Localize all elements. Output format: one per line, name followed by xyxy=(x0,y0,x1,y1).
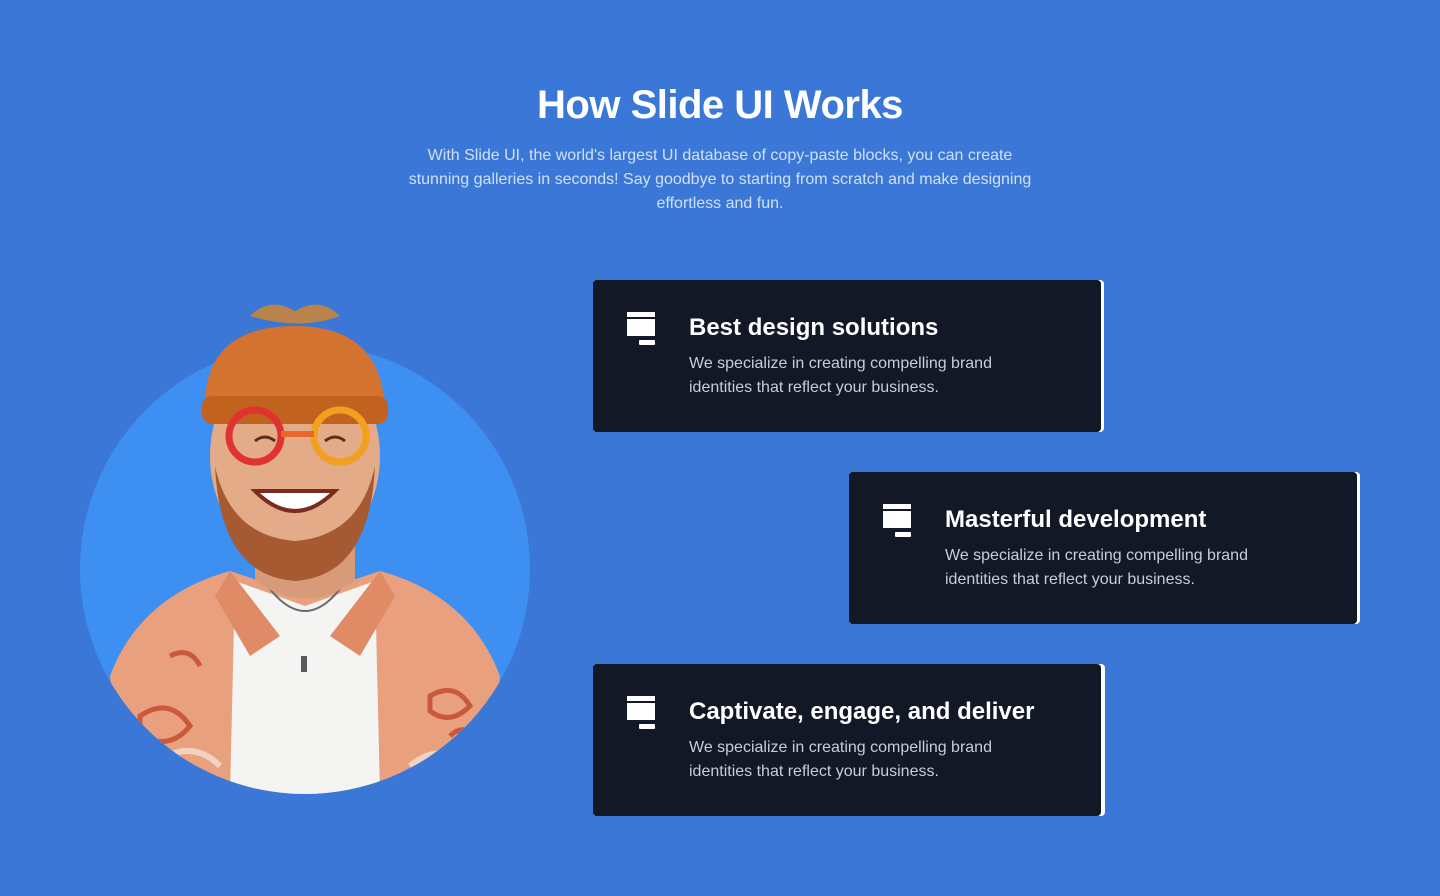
section-title: How Slide UI Works xyxy=(537,83,903,127)
feature-description: We specialize in creating compelling bra… xyxy=(689,355,992,396)
monitor-icon xyxy=(883,504,911,537)
monitor-icon xyxy=(627,696,655,729)
feature-title: Captivate, engage, and deliver xyxy=(689,698,1035,725)
feature-title: Masterful development xyxy=(945,506,1207,533)
feature-description: We specialize in creating compelling bra… xyxy=(945,547,1248,588)
feature-description: We specialize in creating compelling bra… xyxy=(689,739,992,780)
hero-person-image xyxy=(110,304,500,794)
monitor-icon xyxy=(627,312,655,345)
feature-card: Best design solutions We specialize in c… xyxy=(593,280,1101,432)
feature-card: Masterful development We specialize in c… xyxy=(849,472,1357,624)
feature-title: Best design solutions xyxy=(689,314,939,341)
section-subtitle: With Slide UI, the world's largest UI da… xyxy=(408,147,1032,212)
feature-card: Captivate, engage, and deliver We specia… xyxy=(593,664,1101,816)
